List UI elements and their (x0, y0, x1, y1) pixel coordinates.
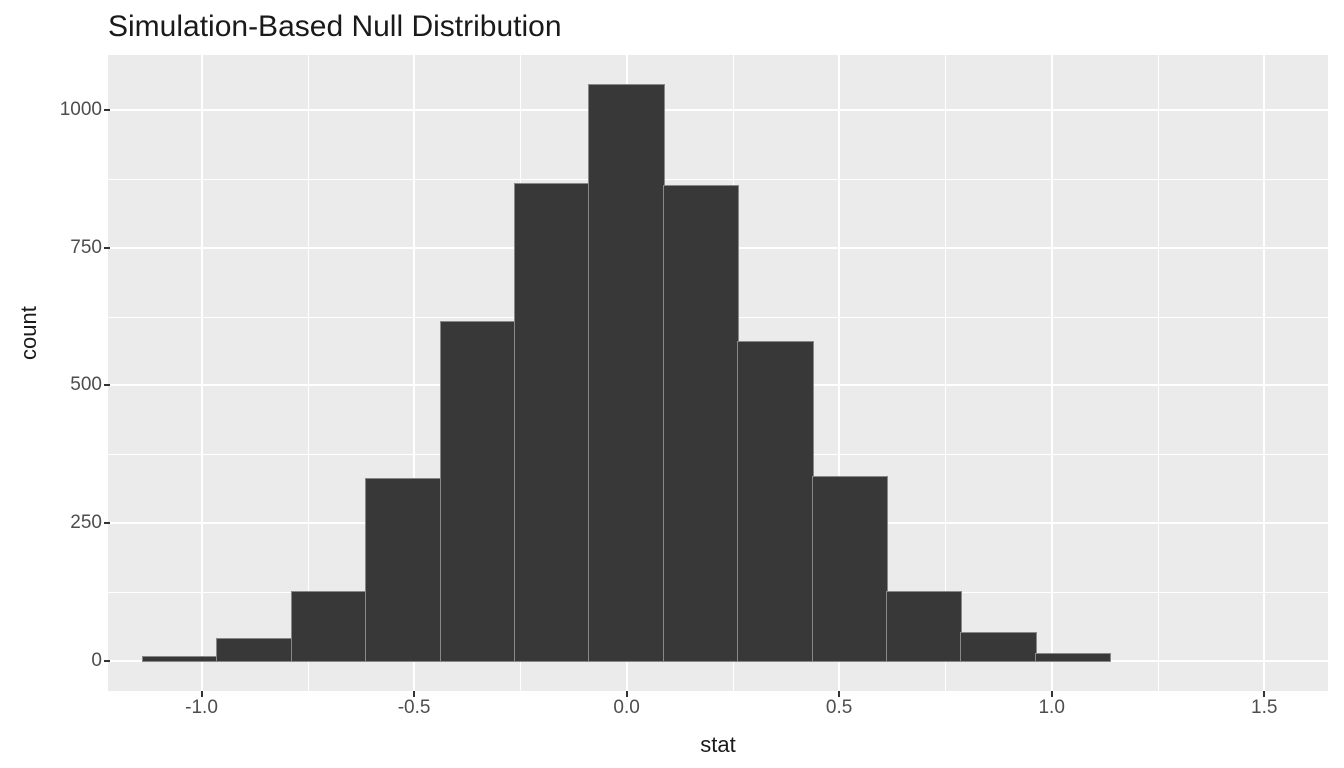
y-tick-label: 750 (48, 237, 108, 259)
bar (441, 322, 515, 661)
x-tick-mark (1051, 691, 1053, 697)
x-tick-mark (201, 691, 203, 697)
y-tick-label: 0 (48, 650, 108, 672)
bar (887, 592, 961, 661)
bar (143, 657, 217, 661)
y-tick-label: 250 (48, 512, 108, 534)
bar (1036, 654, 1110, 661)
bar (217, 639, 291, 661)
x-axis-title: stat (700, 732, 735, 758)
bar (366, 479, 440, 661)
y-tick-label: 500 (48, 374, 108, 396)
chart-container: Simulation-Based Null Distribution 0 250 5… (0, 0, 1344, 768)
x-tick-mark (626, 691, 628, 697)
y-tick-mark (104, 109, 110, 111)
bar (589, 85, 663, 660)
y-tick-mark (104, 384, 110, 386)
x-tick-mark (838, 691, 840, 697)
x-tick-mark (413, 691, 415, 697)
bar (515, 184, 589, 660)
bar (961, 633, 1035, 661)
y-tick-mark (104, 660, 110, 662)
x-tick-label: 1.0 (1038, 697, 1064, 719)
y-axis-title: count (16, 306, 42, 360)
x-tick-label: 0.5 (826, 697, 852, 719)
y-tick-label: 1000 (48, 99, 108, 121)
x-axis: -1.0 -0.5 0.0 0.5 1.0 1.5 (108, 691, 1328, 731)
x-tick-mark (1263, 691, 1265, 697)
bar (738, 342, 812, 660)
x-tick-label: 1.5 (1251, 697, 1277, 719)
bar (292, 592, 366, 661)
y-axis: 0 250 500 750 1000 (48, 55, 108, 691)
x-tick-label: -0.5 (398, 697, 431, 719)
bars-layer (108, 55, 1328, 691)
bar (813, 477, 887, 660)
y-tick-mark (104, 522, 110, 524)
x-tick-label: 0.0 (613, 697, 639, 719)
x-tick-label: -1.0 (185, 697, 218, 719)
bar (664, 186, 738, 661)
y-tick-mark (104, 247, 110, 249)
chart-title: Simulation-Based Null Distribution (108, 10, 562, 44)
plot-panel (108, 55, 1328, 691)
